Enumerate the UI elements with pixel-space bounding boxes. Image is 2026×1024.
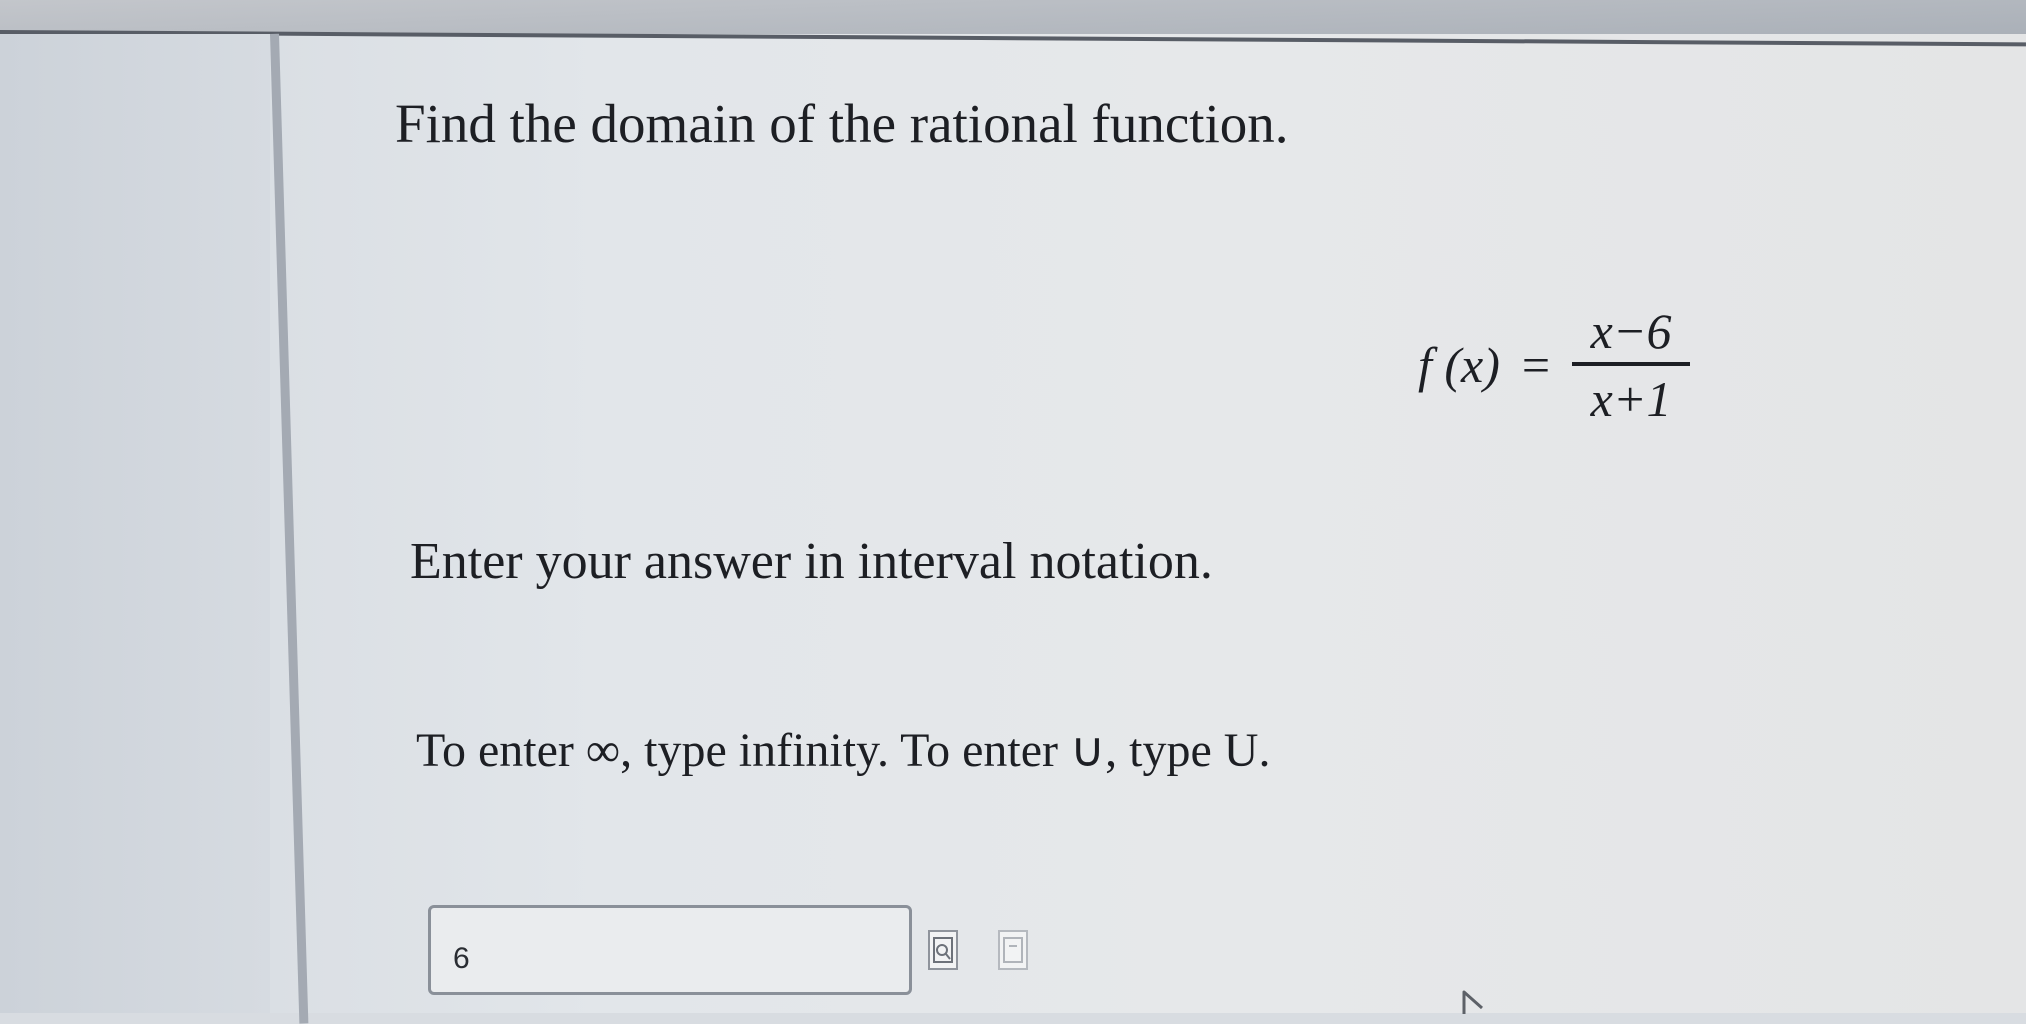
formula-equals: = xyxy=(1521,337,1551,393)
formula-numerator: x−6 xyxy=(1590,303,1672,359)
formula-lhs: f (x) xyxy=(1418,337,1500,393)
fraction-bar xyxy=(1572,362,1691,366)
rational-function-formula: f (x) = x−6 x+1 xyxy=(1418,302,1691,428)
mouse-cursor-icon xyxy=(1462,990,1496,1021)
help-icon[interactable] xyxy=(998,930,1028,970)
question-title: Find the domain of the rational function… xyxy=(395,93,1289,154)
formula-fraction: x−6 x+1 xyxy=(1572,302,1691,428)
left-panel xyxy=(0,34,270,1013)
monitor-bezel xyxy=(0,0,2026,36)
screen-background xyxy=(0,34,2026,1013)
answer-input[interactable]: 6 xyxy=(428,905,912,995)
preview-icon[interactable] xyxy=(928,930,958,970)
input-hint: To enter ∞, type infinity. To enter ∪, t… xyxy=(416,724,1271,777)
formula-denominator: x+1 xyxy=(1590,371,1672,427)
answer-instruction: Enter your answer in interval notation. xyxy=(410,533,1213,590)
